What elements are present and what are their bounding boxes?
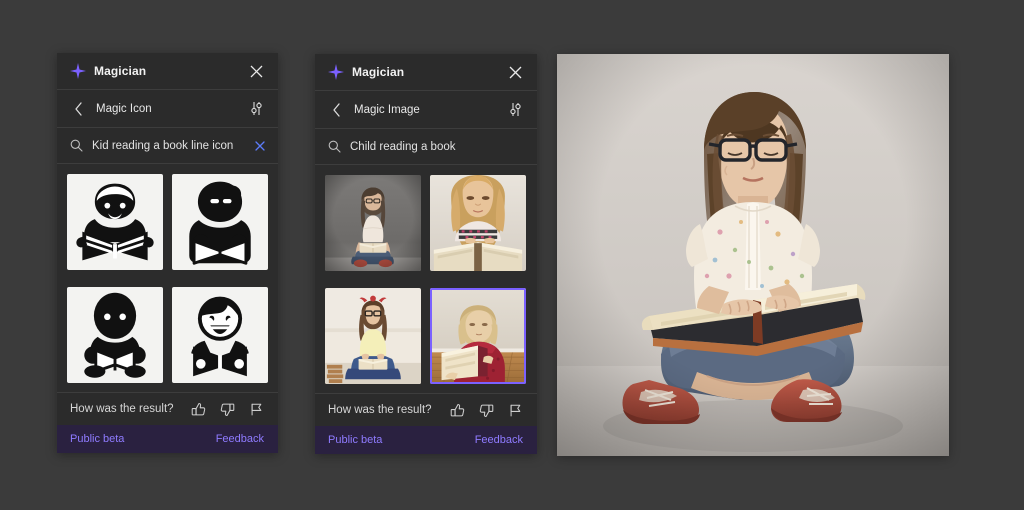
- panel-header: Magician: [315, 54, 537, 91]
- image-result-3[interactable]: [325, 288, 421, 384]
- brand-name: Magician: [352, 65, 405, 79]
- tool-subbar: Magic Icon: [57, 90, 278, 128]
- search-input[interactable]: Child reading a book: [350, 141, 526, 153]
- search-input[interactable]: Kid reading a book line icon: [92, 140, 253, 152]
- search-bar[interactable]: Child reading a book: [315, 129, 537, 165]
- icon-results-grid: [57, 164, 278, 392]
- magician-panel-magic-image: Magician Magic Image Child reading a boo…: [315, 54, 537, 454]
- preview-image[interactable]: [557, 54, 949, 456]
- public-beta-label[interactable]: Public beta: [70, 433, 124, 445]
- feedback-row: How was the result?: [315, 393, 537, 426]
- brand-name: Magician: [94, 64, 147, 78]
- sliders-icon[interactable]: [245, 98, 267, 120]
- public-beta-label[interactable]: Public beta: [328, 434, 382, 446]
- canvas: Magician Magic Icon Kid reading a book l…: [0, 0, 1024, 510]
- tool-subbar: Magic Image: [315, 91, 537, 129]
- chevron-left-icon[interactable]: [67, 98, 89, 120]
- feedback-link[interactable]: Feedback: [475, 434, 523, 446]
- feedback-link[interactable]: Feedback: [216, 433, 264, 445]
- thumbs-down-icon[interactable]: [478, 402, 494, 418]
- feedback-question: How was the result?: [70, 403, 174, 415]
- panel-footer: Public beta Feedback: [315, 426, 537, 454]
- close-icon[interactable]: [504, 61, 526, 83]
- flag-icon[interactable]: [507, 402, 523, 418]
- tool-title: Magic Icon: [96, 102, 152, 115]
- icon-result-3[interactable]: [67, 287, 163, 383]
- chevron-left-icon[interactable]: [325, 99, 347, 121]
- image-result-2[interactable]: [430, 175, 526, 271]
- sparkle-icon: [70, 63, 86, 79]
- clear-icon[interactable]: [253, 139, 267, 153]
- icon-result-1[interactable]: [67, 174, 163, 270]
- icon-result-2[interactable]: [171, 174, 268, 270]
- preview-illustration: [557, 54, 949, 456]
- panel-footer: Public beta Feedback: [57, 425, 278, 453]
- search-bar[interactable]: Kid reading a book line icon: [57, 128, 278, 164]
- feedback-row: How was the result?: [57, 392, 278, 425]
- magician-panel-magic-icon: Magician Magic Icon Kid reading a book l…: [57, 53, 278, 453]
- image-results-grid: [315, 165, 537, 393]
- panel-header: Magician: [57, 53, 278, 90]
- thumbs-up-icon[interactable]: [449, 402, 465, 418]
- flag-icon[interactable]: [248, 401, 264, 417]
- image-result-4[interactable]: [430, 288, 526, 384]
- search-icon: [327, 140, 341, 154]
- search-icon: [69, 139, 83, 153]
- sliders-icon[interactable]: [504, 99, 526, 121]
- sparkle-icon: [328, 64, 344, 80]
- thumbs-up-icon[interactable]: [190, 401, 206, 417]
- icon-result-4[interactable]: [171, 287, 268, 383]
- thumbs-down-icon[interactable]: [219, 401, 235, 417]
- tool-title: Magic Image: [354, 103, 420, 116]
- close-icon[interactable]: [245, 60, 267, 82]
- image-result-1[interactable]: [325, 175, 421, 271]
- feedback-question: How was the result?: [328, 404, 432, 416]
